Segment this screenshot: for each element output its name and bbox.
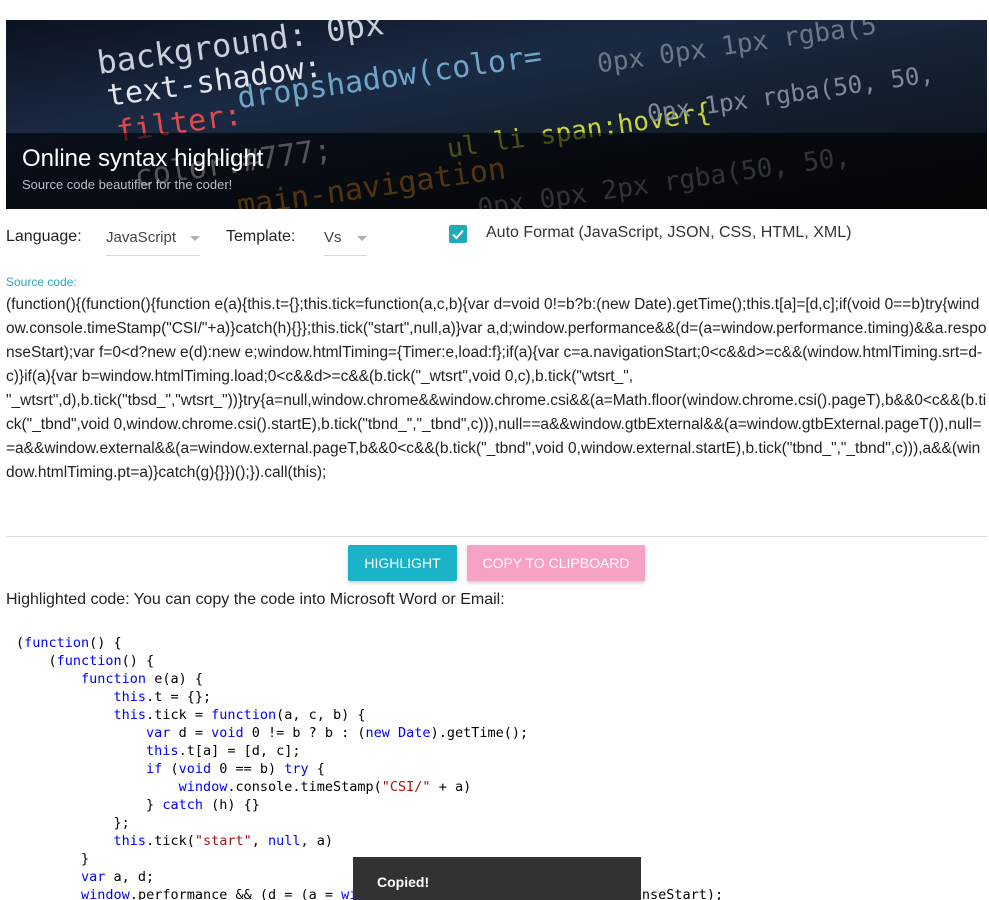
source-code-textarea[interactable]: (function(){(function(){function e(a){th… [6, 293, 987, 537]
source-code-label: Source code: [6, 275, 77, 289]
code-line: (function() { [16, 635, 122, 651]
banner-decoration: 0px 0px 1px rgba(5 [595, 20, 879, 80]
code-line: this.t = {}; [113, 689, 212, 705]
code-line: function e(a) { [81, 671, 203, 687]
code-line: (function() { [16, 653, 155, 669]
copy-to-clipboard-button[interactable]: COPY TO CLIPBOARD [467, 545, 645, 581]
code-line: this.t[a] = [d, c]; [146, 743, 301, 759]
code-line: if (void 0 == b) try { [146, 761, 325, 777]
highlighted-code-label: Highlighted code: You can copy the code … [6, 591, 505, 608]
header-banner: background: 0px text-shadow: dropshadow(… [6, 20, 987, 209]
copied-toast: Copied! [353, 857, 641, 900]
chevron-down-icon [190, 236, 200, 241]
checkmark-icon [452, 229, 464, 240]
code-line: window.console.timeStamp("CSI/" + a) [178, 779, 472, 795]
code-line: this.tick = function(a, c, b) { [113, 707, 366, 723]
language-select-value: JavaScript [106, 229, 177, 246]
template-label: Template: [226, 228, 296, 245]
code-line: this.tick("start", null, a) [113, 833, 334, 849]
highlight-button[interactable]: HIGHLIGHT [348, 545, 457, 581]
code-line: } catch (h) {} [16, 797, 260, 813]
banner-decoration: 0px 1px rgba(50, 50, [645, 60, 936, 128]
chevron-down-icon [357, 236, 367, 241]
language-select[interactable]: JavaScript [106, 220, 200, 256]
code-line: var d = void 0 != b ? b : (new Date).get… [146, 725, 529, 741]
code-line: }; [16, 815, 130, 831]
auto-format-label[interactable]: Auto Format (JavaScript, JSON, CSS, HTML… [486, 224, 851, 242]
page-title: Online syntax highlight [22, 145, 264, 172]
language-label: Language: [6, 228, 82, 245]
template-select-value: Vs [324, 229, 342, 246]
template-select[interactable]: Vs [324, 220, 367, 256]
auto-format-checkbox[interactable] [449, 225, 467, 243]
page-subtitle: Source code beautifier for the coder! [22, 177, 233, 192]
